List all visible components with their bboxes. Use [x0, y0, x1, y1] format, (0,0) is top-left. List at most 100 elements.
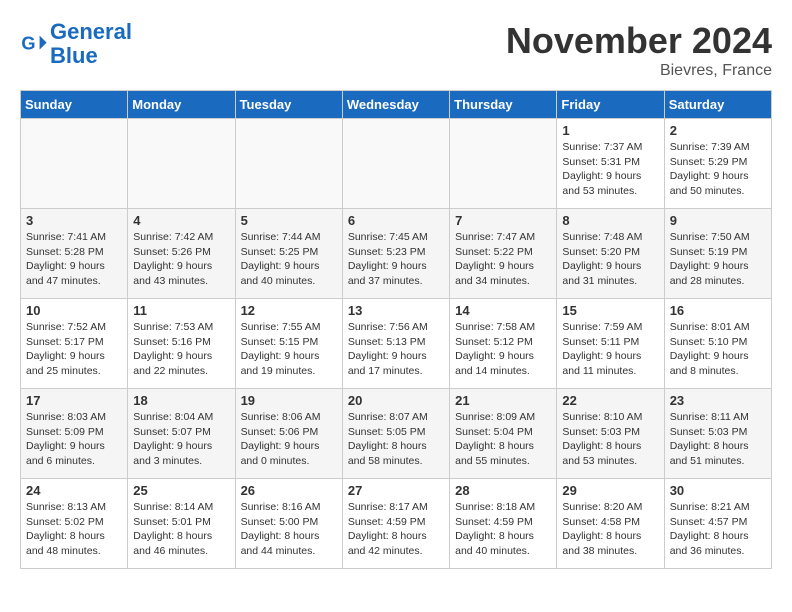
day-number: 24	[26, 483, 122, 498]
day-number: 8	[562, 213, 658, 228]
day-info: Sunrise: 7:58 AM Sunset: 5:12 PM Dayligh…	[455, 320, 551, 379]
day-info: Sunrise: 7:42 AM Sunset: 5:26 PM Dayligh…	[133, 230, 229, 289]
day-number: 5	[241, 213, 337, 228]
svg-text:G: G	[21, 34, 35, 54]
day-number: 9	[670, 213, 766, 228]
day-number: 7	[455, 213, 551, 228]
week-row-3: 10Sunrise: 7:52 AM Sunset: 5:17 PM Dayli…	[21, 299, 772, 389]
day-info: Sunrise: 8:20 AM Sunset: 4:58 PM Dayligh…	[562, 500, 658, 559]
day-info: Sunrise: 8:17 AM Sunset: 4:59 PM Dayligh…	[348, 500, 444, 559]
day-info: Sunrise: 7:44 AM Sunset: 5:25 PM Dayligh…	[241, 230, 337, 289]
day-number: 25	[133, 483, 229, 498]
calendar-cell: 16Sunrise: 8:01 AM Sunset: 5:10 PM Dayli…	[664, 299, 771, 389]
location: Bievres, France	[506, 62, 772, 80]
logo-icon: G	[20, 30, 48, 58]
calendar: SundayMondayTuesdayWednesdayThursdayFrid…	[20, 90, 772, 569]
day-info: Sunrise: 7:55 AM Sunset: 5:15 PM Dayligh…	[241, 320, 337, 379]
day-info: Sunrise: 7:52 AM Sunset: 5:17 PM Dayligh…	[26, 320, 122, 379]
day-info: Sunrise: 7:47 AM Sunset: 5:22 PM Dayligh…	[455, 230, 551, 289]
day-info: Sunrise: 7:39 AM Sunset: 5:29 PM Dayligh…	[670, 140, 766, 199]
day-info: Sunrise: 8:10 AM Sunset: 5:03 PM Dayligh…	[562, 410, 658, 469]
day-info: Sunrise: 8:21 AM Sunset: 4:57 PM Dayligh…	[670, 500, 766, 559]
calendar-cell	[342, 119, 449, 209]
calendar-cell: 27 Sunrise: 8:17 AM Sunset: 4:59 PM Dayli…	[342, 479, 449, 569]
week-row-1: 1 Sunrise: 7:37 AM Sunset: 5:31 PM Daylig…	[21, 119, 772, 209]
day-number: 2	[670, 123, 766, 138]
day-number: 3	[26, 213, 122, 228]
day-number: 21	[455, 393, 551, 408]
weekday-header-tuesday: Tuesday	[235, 91, 342, 119]
calendar-cell: 23 Sunrise: 8:11 AM Sunset: 5:03 PM Dayli…	[664, 389, 771, 479]
day-number: 23	[670, 393, 766, 408]
calendar-cell	[21, 119, 128, 209]
calendar-cell: 30Sunrise: 8:21 AM Sunset: 4:57 PM Dayli…	[664, 479, 771, 569]
weekday-header-row: SundayMondayTuesdayWednesdayThursdayFrid…	[21, 91, 772, 119]
calendar-cell: 5 Sunrise: 7:44 AM Sunset: 5:25 PM Daylig…	[235, 209, 342, 299]
day-info: Sunrise: 8:04 AM Sunset: 5:07 PM Dayligh…	[133, 410, 229, 469]
day-number: 1	[562, 123, 658, 138]
day-info: Sunrise: 8:14 AM Sunset: 5:01 PM Dayligh…	[133, 500, 229, 559]
week-row-4: 17Sunrise: 8:03 AM Sunset: 5:09 PM Dayli…	[21, 389, 772, 479]
day-number: 20	[348, 393, 444, 408]
calendar-cell: 13Sunrise: 7:56 AM Sunset: 5:13 PM Dayli…	[342, 299, 449, 389]
calendar-cell: 15 Sunrise: 7:59 AM Sunset: 5:11 PM Dayli…	[557, 299, 664, 389]
day-number: 12	[241, 303, 337, 318]
calendar-cell: 24Sunrise: 8:13 AM Sunset: 5:02 PM Dayli…	[21, 479, 128, 569]
title-area: November 2024 Bievres, France	[506, 20, 772, 80]
calendar-cell: 28Sunrise: 8:18 AM Sunset: 4:59 PM Dayli…	[450, 479, 557, 569]
weekday-header-saturday: Saturday	[664, 91, 771, 119]
calendar-cell: 8 Sunrise: 7:48 AM Sunset: 5:20 PM Daylig…	[557, 209, 664, 299]
calendar-cell	[128, 119, 235, 209]
day-info: Sunrise: 8:07 AM Sunset: 5:05 PM Dayligh…	[348, 410, 444, 469]
calendar-cell: 10Sunrise: 7:52 AM Sunset: 5:17 PM Dayli…	[21, 299, 128, 389]
calendar-cell: 14Sunrise: 7:58 AM Sunset: 5:12 PM Dayli…	[450, 299, 557, 389]
day-number: 29	[562, 483, 658, 498]
calendar-cell: 1 Sunrise: 7:37 AM Sunset: 5:31 PM Daylig…	[557, 119, 664, 209]
calendar-cell: 22 Sunrise: 8:10 AM Sunset: 5:03 PM Dayli…	[557, 389, 664, 479]
day-info: Sunrise: 7:37 AM Sunset: 5:31 PM Dayligh…	[562, 140, 658, 199]
calendar-cell: 29 Sunrise: 8:20 AM Sunset: 4:58 PM Dayli…	[557, 479, 664, 569]
calendar-cell: 20 Sunrise: 8:07 AM Sunset: 5:05 PM Dayli…	[342, 389, 449, 479]
day-info: Sunrise: 8:16 AM Sunset: 5:00 PM Dayligh…	[241, 500, 337, 559]
logo: G General Blue	[20, 20, 132, 68]
day-number: 11	[133, 303, 229, 318]
day-info: Sunrise: 7:48 AM Sunset: 5:20 PM Dayligh…	[562, 230, 658, 289]
calendar-cell: 25 Sunrise: 8:14 AM Sunset: 5:01 PM Dayli…	[128, 479, 235, 569]
weekday-header-sunday: Sunday	[21, 91, 128, 119]
day-number: 27	[348, 483, 444, 498]
calendar-cell: 19 Sunrise: 8:06 AM Sunset: 5:06 PM Dayli…	[235, 389, 342, 479]
calendar-cell: 6Sunrise: 7:45 AM Sunset: 5:23 PM Daylig…	[342, 209, 449, 299]
calendar-cell	[450, 119, 557, 209]
calendar-cell: 11 Sunrise: 7:53 AM Sunset: 5:16 PM Dayli…	[128, 299, 235, 389]
day-number: 26	[241, 483, 337, 498]
calendar-cell: 4Sunrise: 7:42 AM Sunset: 5:26 PM Daylig…	[128, 209, 235, 299]
month-title: November 2024	[506, 20, 772, 62]
day-number: 6	[348, 213, 444, 228]
calendar-cell: 2 Sunrise: 7:39 AM Sunset: 5:29 PM Daylig…	[664, 119, 771, 209]
week-row-2: 3 Sunrise: 7:41 AM Sunset: 5:28 PM Daylig…	[21, 209, 772, 299]
day-info: Sunrise: 7:53 AM Sunset: 5:16 PM Dayligh…	[133, 320, 229, 379]
calendar-cell: 21Sunrise: 8:09 AM Sunset: 5:04 PM Dayli…	[450, 389, 557, 479]
calendar-cell: 3 Sunrise: 7:41 AM Sunset: 5:28 PM Daylig…	[21, 209, 128, 299]
weekday-header-friday: Friday	[557, 91, 664, 119]
weekday-header-wednesday: Wednesday	[342, 91, 449, 119]
logo-text: General Blue	[50, 20, 132, 68]
day-number: 28	[455, 483, 551, 498]
day-number: 15	[562, 303, 658, 318]
calendar-cell: 26 Sunrise: 8:16 AM Sunset: 5:00 PM Dayli…	[235, 479, 342, 569]
day-info: Sunrise: 8:06 AM Sunset: 5:06 PM Dayligh…	[241, 410, 337, 469]
week-row-5: 24Sunrise: 8:13 AM Sunset: 5:02 PM Dayli…	[21, 479, 772, 569]
calendar-cell: 17Sunrise: 8:03 AM Sunset: 5:09 PM Dayli…	[21, 389, 128, 479]
logo-line1: General	[50, 19, 132, 44]
day-info: Sunrise: 8:11 AM Sunset: 5:03 PM Dayligh…	[670, 410, 766, 469]
calendar-cell	[235, 119, 342, 209]
day-info: Sunrise: 7:50 AM Sunset: 5:19 PM Dayligh…	[670, 230, 766, 289]
calendar-cell: 7 Sunrise: 7:47 AM Sunset: 5:22 PM Daylig…	[450, 209, 557, 299]
day-number: 19	[241, 393, 337, 408]
day-info: Sunrise: 8:01 AM Sunset: 5:10 PM Dayligh…	[670, 320, 766, 379]
day-info: Sunrise: 7:56 AM Sunset: 5:13 PM Dayligh…	[348, 320, 444, 379]
day-number: 18	[133, 393, 229, 408]
day-number: 22	[562, 393, 658, 408]
day-info: Sunrise: 7:59 AM Sunset: 5:11 PM Dayligh…	[562, 320, 658, 379]
day-info: Sunrise: 7:41 AM Sunset: 5:28 PM Dayligh…	[26, 230, 122, 289]
